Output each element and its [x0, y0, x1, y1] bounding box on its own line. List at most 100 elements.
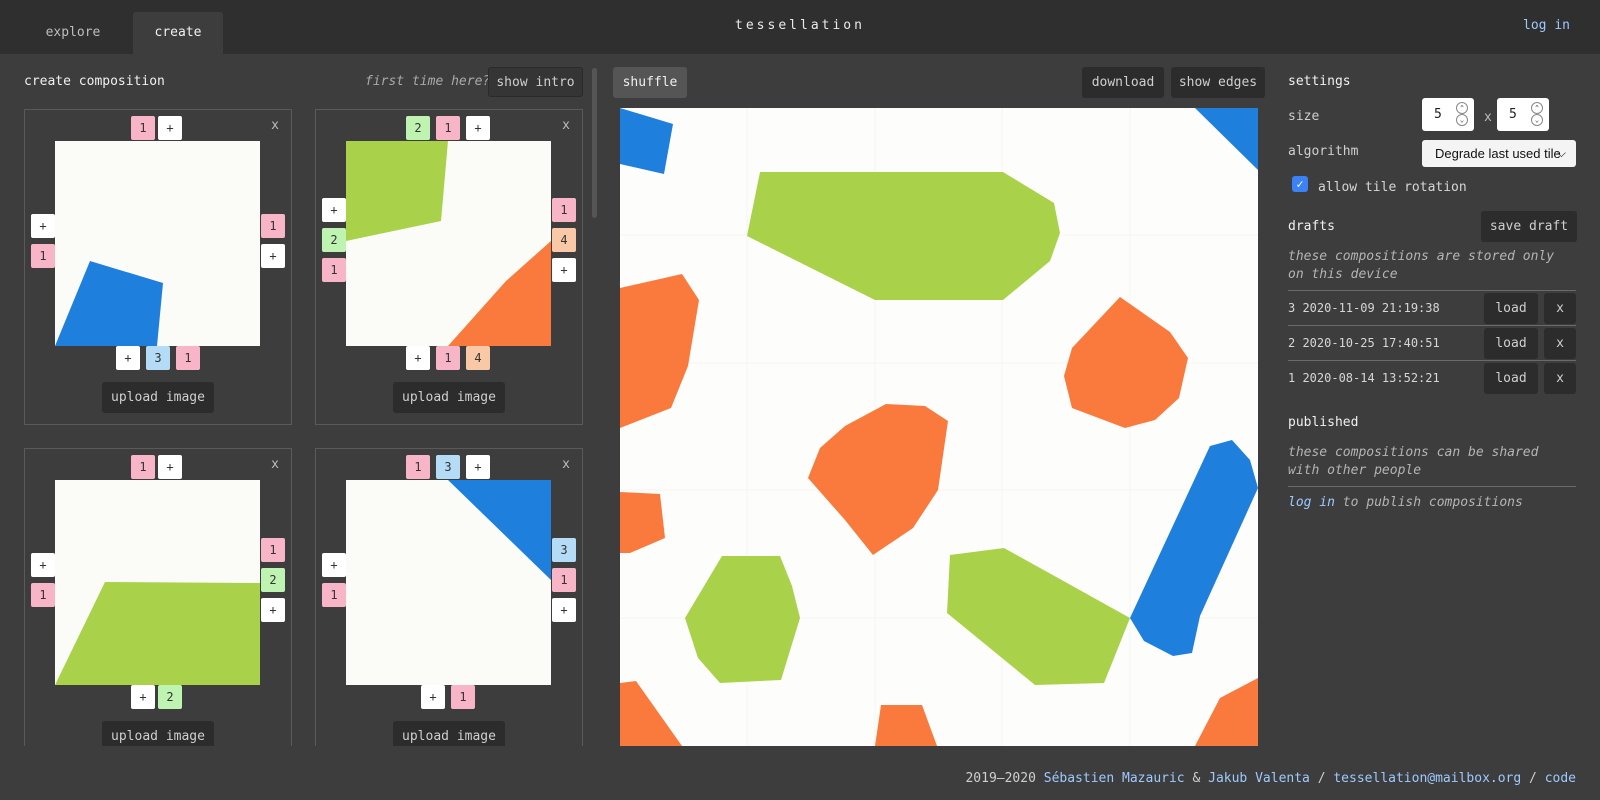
remove-tile-button[interactable]: x — [271, 457, 279, 472]
edge-chip-top[interactable]: 3 — [436, 455, 460, 479]
tessellation-preview — [620, 108, 1258, 746]
remove-tile-button[interactable]: x — [562, 118, 570, 133]
add-edge-top-button[interactable]: + — [158, 116, 182, 140]
add-edge-right-button[interactable]: + — [552, 258, 576, 282]
code-link[interactable]: code — [1545, 771, 1576, 786]
edge-chip-top[interactable]: 2 — [406, 116, 430, 140]
edge-chip-right[interactable]: 4 — [552, 228, 576, 252]
remove-tile-button[interactable]: x — [562, 457, 570, 472]
edge-chip-right[interactable]: 2 — [261, 568, 285, 592]
edge-chip-left[interactable]: 1 — [322, 583, 346, 607]
show-intro-button[interactable]: show intro — [488, 67, 583, 97]
add-edge-left-button[interactable]: + — [322, 553, 346, 577]
tile-card: x 1 + + 1 1 2 + + 2 upload image — [24, 448, 292, 746]
add-edge-right-button[interactable]: + — [261, 244, 285, 268]
spinner-icon[interactable]: ⌃ ⌄ — [1456, 102, 1468, 126]
publish-login-link[interactable]: log in — [1288, 495, 1335, 510]
edge-chip-bottom[interactable]: 2 — [158, 685, 182, 709]
size-height-input[interactable]: 5 ⌃ ⌄ — [1497, 98, 1549, 131]
add-edge-top-button[interactable]: + — [466, 455, 490, 479]
scrollbar[interactable] — [592, 68, 597, 218]
tile-shape — [55, 582, 260, 685]
edge-chip-left[interactable]: 1 — [322, 258, 346, 282]
add-edge-right-button[interactable]: + — [261, 598, 285, 622]
publish-hint-text: to publish compositions — [1334, 495, 1523, 510]
edge-chip-right[interactable]: 3 — [552, 538, 576, 562]
edge-chip-right[interactable]: 1 — [552, 568, 576, 592]
edge-chip-bottom[interactable]: 3 — [146, 346, 170, 370]
edge-chip-left[interactable]: 1 — [31, 583, 55, 607]
footer-sep: / — [1309, 771, 1334, 786]
first-time-hint: first time here? — [365, 74, 491, 89]
add-edge-left-button[interactable]: + — [31, 214, 55, 238]
load-draft-button[interactable]: load — [1484, 328, 1538, 359]
edge-chip-right[interactable]: 1 — [552, 198, 576, 222]
rotation-checkbox[interactable]: ✓ — [1292, 176, 1308, 192]
drafts-heading: drafts — [1288, 219, 1335, 234]
edge-chip-top[interactable]: 1 — [131, 116, 155, 140]
show-edges-button[interactable]: show edges — [1171, 67, 1265, 98]
add-edge-top-button[interactable]: + — [466, 116, 490, 140]
delete-draft-button[interactable]: x — [1544, 363, 1576, 394]
rotation-label: allow tile rotation — [1318, 180, 1467, 195]
tile-shape — [55, 261, 163, 346]
shuffle-button[interactable]: shuffle — [613, 67, 687, 98]
draft-row: 3 2020-11-09 21:19:38 load x — [1288, 290, 1576, 325]
add-edge-top-button[interactable]: + — [158, 455, 182, 479]
size-width-input[interactable]: 5 ⌃ ⌄ — [1422, 98, 1474, 131]
chevron-down-icon: ⌵ — [1556, 146, 1566, 160]
add-edge-left-button[interactable]: + — [322, 198, 346, 222]
edge-chip-top[interactable]: 1 — [131, 455, 155, 479]
edge-chip-top[interactable]: 1 — [406, 455, 430, 479]
add-edge-right-button[interactable]: + — [552, 598, 576, 622]
edge-chip-top[interactable]: 1 — [436, 116, 460, 140]
login-link[interactable]: log in — [1523, 18, 1570, 33]
settings-heading: settings — [1288, 74, 1351, 89]
save-draft-button[interactable]: save draft — [1481, 211, 1577, 242]
add-edge-bottom-button[interactable]: + — [131, 685, 155, 709]
edge-chip-bottom[interactable]: 1 — [451, 685, 475, 709]
panel-title: create composition — [24, 74, 165, 89]
size-separator: x — [1484, 110, 1492, 125]
upload-image-button[interactable]: upload image — [102, 721, 214, 746]
draft-label: 1 2020-08-14 13:52:21 — [1288, 371, 1440, 385]
email-link[interactable]: tessellation@mailbox.org — [1333, 771, 1521, 786]
delete-draft-button[interactable]: x — [1544, 293, 1576, 324]
upload-image-button[interactable]: upload image — [393, 721, 505, 746]
published-note: these compositions can be shared with ot… — [1288, 445, 1539, 478]
edge-chip-left[interactable]: 2 — [322, 228, 346, 252]
footer: 2019–2020 Sébastien Mazauric & Jakub Val… — [965, 771, 1576, 786]
edge-chip-left[interactable]: 1 — [31, 244, 55, 268]
size-height-value: 5 — [1509, 107, 1517, 122]
author-link[interactable]: Sébastien Mazauric — [1044, 771, 1185, 786]
tile-image — [346, 141, 551, 346]
size-width-value: 5 — [1434, 107, 1442, 122]
tile-card: x 2 1 + + 2 1 1 4 + + 1 4 upload image — [315, 109, 583, 425]
author-link[interactable]: Jakub Valenta — [1208, 771, 1310, 786]
edge-chip-bottom[interactable]: 1 — [436, 346, 460, 370]
publish-hint: log in to publish compositions — [1288, 494, 1576, 512]
algorithm-select[interactable]: Degrade last used tile ⌵ — [1422, 140, 1576, 167]
load-draft-button[interactable]: load — [1484, 363, 1538, 394]
remove-tile-button[interactable]: x — [271, 118, 279, 133]
add-edge-bottom-button[interactable]: + — [421, 685, 445, 709]
download-button[interactable]: download — [1082, 67, 1164, 98]
upload-image-button[interactable]: upload image — [102, 382, 214, 413]
edge-chip-bottom[interactable]: 1 — [176, 346, 200, 370]
edge-chip-right[interactable]: 1 — [261, 538, 285, 562]
tile-image — [346, 480, 551, 685]
footer-years: 2019–2020 — [965, 771, 1044, 786]
load-draft-button[interactable]: load — [1484, 293, 1538, 324]
draft-label: 3 2020-11-09 21:19:38 — [1288, 301, 1440, 315]
add-edge-bottom-button[interactable]: + — [116, 346, 140, 370]
add-edge-left-button[interactable]: + — [31, 553, 55, 577]
edge-chip-bottom[interactable]: 4 — [466, 346, 490, 370]
add-edge-bottom-button[interactable]: + — [406, 346, 430, 370]
size-label: size — [1288, 109, 1320, 124]
upload-image-button[interactable]: upload image — [393, 382, 505, 413]
delete-draft-button[interactable]: x — [1544, 328, 1576, 359]
tile-shape — [448, 480, 551, 580]
tile-card: x 1 + + 1 1 + + 3 1 upload image — [24, 109, 292, 425]
spinner-icon[interactable]: ⌃ ⌄ — [1531, 102, 1543, 126]
edge-chip-right[interactable]: 1 — [261, 214, 285, 238]
